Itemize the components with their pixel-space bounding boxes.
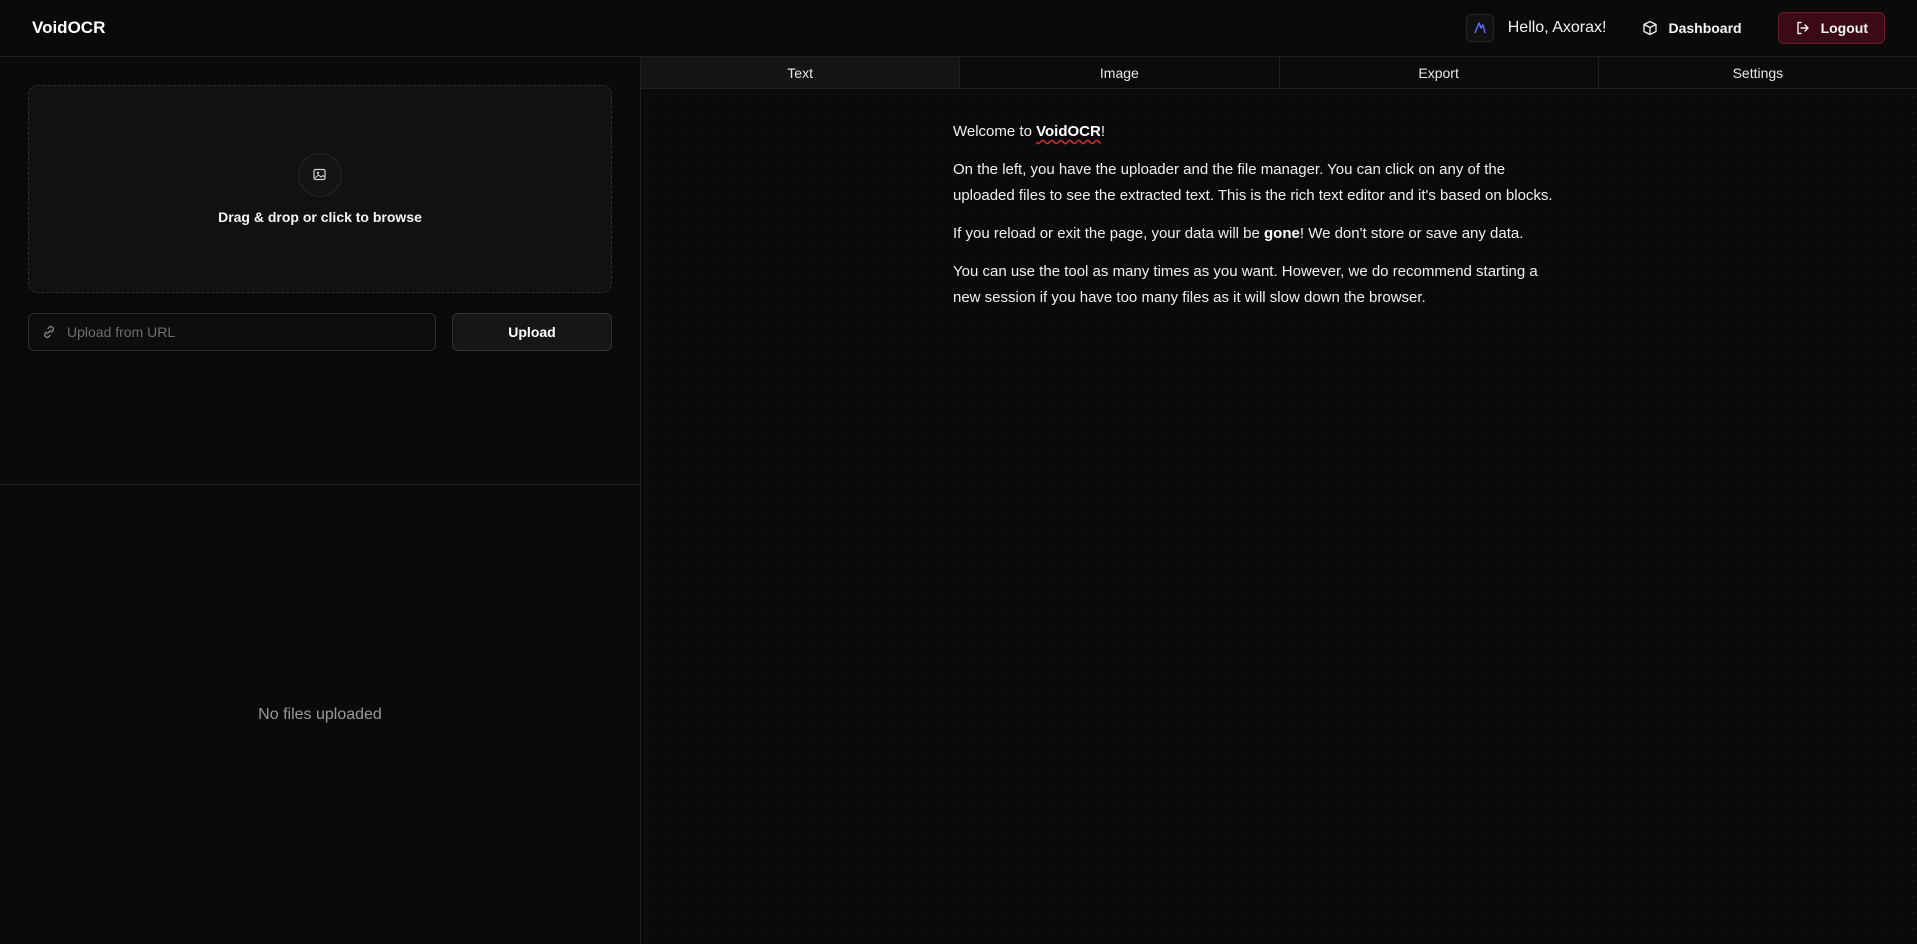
avatar-icon — [1474, 22, 1486, 34]
gone-emphasis: gone — [1264, 225, 1300, 242]
app: VoidOCR Hello, Axorax! Dashboard Logout — [0, 0, 1917, 944]
tab-bar: Text Image Export Settings — [641, 57, 1917, 89]
logout-button[interactable]: Logout — [1777, 12, 1885, 44]
editor-paragraph-intro: On the left, you have the uploader and t… — [953, 157, 1593, 209]
box-icon — [1643, 20, 1658, 36]
data-text: If you reload or exit the page, your dat… — [953, 225, 1265, 242]
tab-image[interactable]: Image — [960, 57, 1280, 88]
tab-settings[interactable]: Settings — [1598, 57, 1917, 88]
logout-label: Logout — [1820, 20, 1868, 36]
intro-line-2: uploaded files to see the extracted text… — [953, 187, 1553, 204]
link-icon — [44, 326, 54, 338]
data-text-end: ! We don't store or save any data. — [1299, 225, 1524, 242]
welcome-text: Welcome to — [953, 123, 1037, 140]
left-panel: Drag & drop or click to browse Upload No… — [0, 57, 641, 944]
tab-text[interactable]: Text — [641, 57, 961, 88]
editor-paragraph-usage: You can use the tool as many times as yo… — [953, 259, 1593, 311]
rich-text-editor[interactable]: Welcome to VoidOCR! On the left, you hav… — [953, 119, 1593, 323]
file-manager: No files uploaded — [0, 486, 640, 944]
main-panel: Text Image Export Settings Welcome to Vo… — [641, 57, 1917, 944]
uploader-section: Drag & drop or click to browse Upload — [0, 57, 640, 485]
editor-paragraph-data: If you reload or exit the page, your dat… — [953, 221, 1593, 247]
header-actions: Hello, Axorax! Dashboard Logout — [1465, 0, 1885, 57]
url-input-wrapper[interactable] — [28, 313, 436, 351]
dashboard-label: Dashboard — [1668, 20, 1742, 36]
top-bar: VoidOCR Hello, Axorax! Dashboard Logout — [0, 0, 1917, 57]
usage-line-2: new session if you have too many files a… — [953, 289, 1426, 306]
upload-button[interactable]: Upload — [452, 313, 612, 351]
empty-files-text: No files uploaded — [258, 706, 382, 723]
logout-icon — [1796, 21, 1809, 35]
brand-mention: VoidOCR — [1036, 123, 1101, 140]
dropzone[interactable]: Drag & drop or click to browse — [28, 85, 612, 293]
avatar[interactable] — [1465, 14, 1494, 42]
editor-paragraph-welcome: Welcome to VoidOCR! — [953, 119, 1593, 145]
image-upload-icon — [313, 168, 326, 181]
intro-line-1: On the left, you have the uploader and t… — [953, 161, 1506, 178]
greeting-text: Hello, Axorax! — [1507, 19, 1607, 36]
dropzone-icon-circle — [298, 153, 342, 197]
dropzone-text: Drag & drop or click to browse — [218, 209, 422, 225]
dashboard-button[interactable]: Dashboard — [1642, 20, 1742, 36]
usage-line-1: You can use the tool as many times as yo… — [953, 263, 1538, 280]
url-upload-row: Upload — [28, 313, 612, 351]
url-input[interactable] — [67, 324, 417, 340]
brand-logo[interactable]: VoidOCR — [32, 18, 105, 38]
tab-export[interactable]: Export — [1279, 57, 1599, 88]
welcome-punct: ! — [1100, 123, 1105, 140]
